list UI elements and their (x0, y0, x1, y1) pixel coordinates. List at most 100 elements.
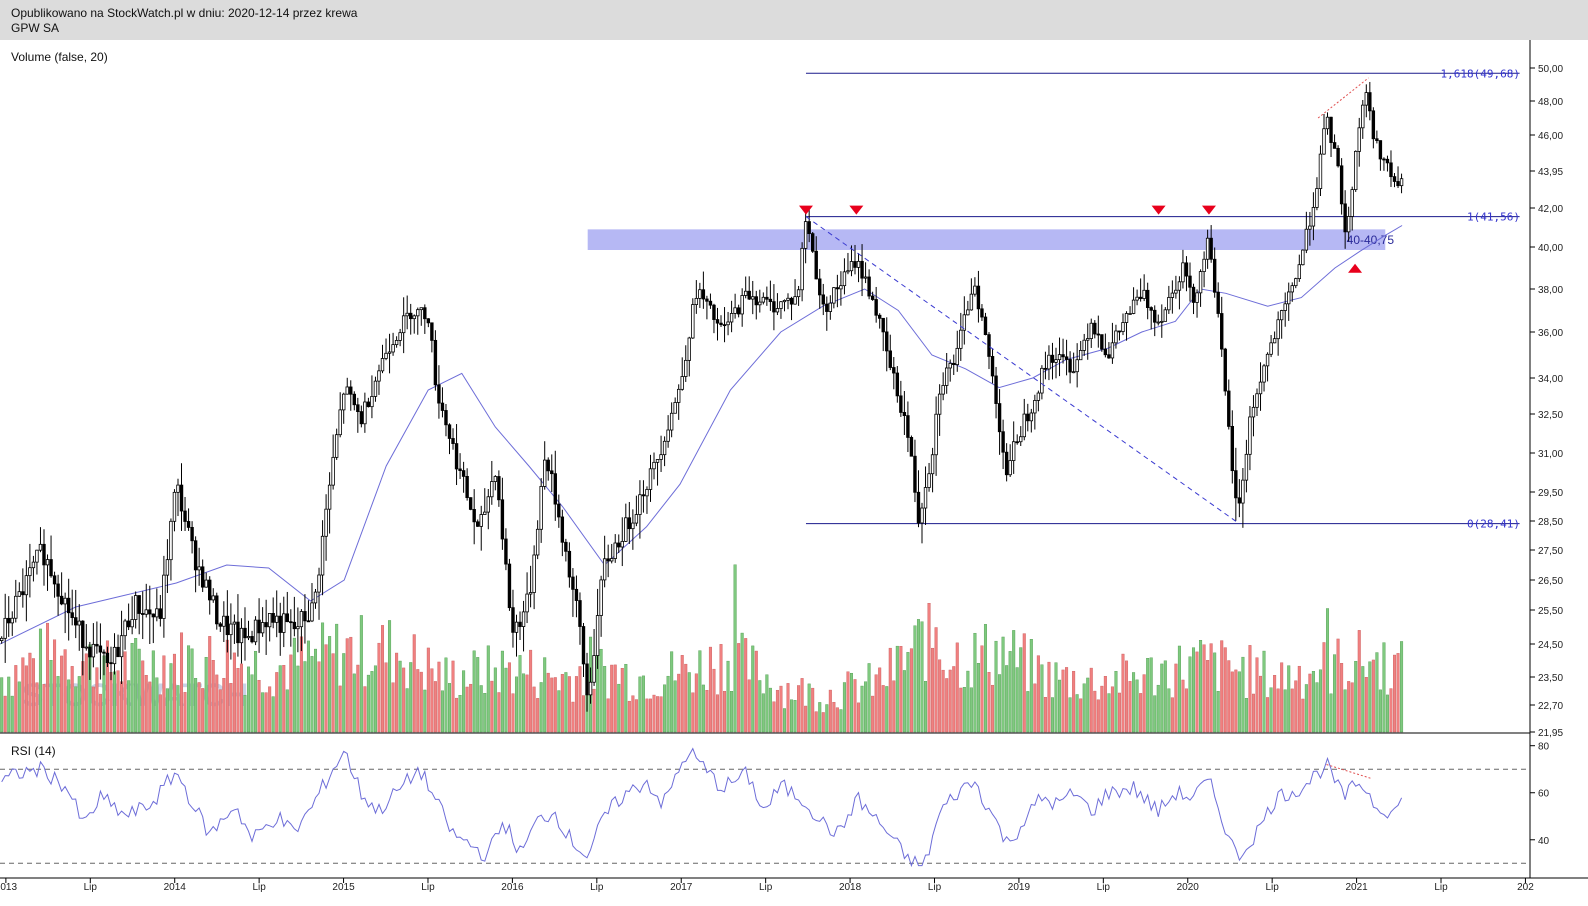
candle-body (786, 297, 790, 301)
candle-body (264, 622, 268, 628)
candle-body (1191, 286, 1196, 303)
candle-body (930, 454, 935, 475)
price-chart: STOCKWATCH 40-40,75 1,618(49,68) 1(41,56)… (0, 40, 1588, 893)
volume-bar (458, 695, 462, 733)
volume-bar (271, 696, 275, 733)
candle-body (677, 388, 681, 403)
volume-bar (1237, 671, 1241, 733)
candle-body (715, 319, 720, 324)
volume-bar (345, 638, 349, 733)
candle-body (296, 626, 300, 630)
price-tick-label: 34,00 (1538, 374, 1563, 385)
volume-bar (388, 620, 392, 733)
volume-bar (1269, 687, 1273, 733)
volume-bar (1287, 665, 1291, 733)
volume-bar (151, 650, 155, 733)
x-tick-label: 2018 (839, 882, 862, 893)
volume-bar (172, 653, 176, 733)
candle-body (419, 307, 423, 311)
candle-body (895, 372, 900, 397)
candle-body (352, 393, 356, 406)
volume-bar (723, 691, 727, 733)
candle-body (821, 294, 825, 305)
volume-bar (578, 666, 582, 733)
x-tick-label: 2016 (501, 882, 524, 893)
volume-bar (331, 653, 335, 733)
candle-body (990, 356, 995, 377)
candle-body (430, 322, 434, 341)
candle-body (59, 595, 64, 605)
candle-body (617, 542, 621, 548)
price-tick-label: 29,50 (1538, 488, 1563, 499)
volume-bar (1326, 608, 1330, 733)
volume-bar (1223, 647, 1227, 733)
volume-bar (321, 622, 325, 733)
candle-body (197, 566, 201, 571)
volume-bar (902, 670, 906, 733)
candle-body (772, 301, 776, 313)
volume-bar (673, 680, 677, 733)
volume-bar (782, 708, 786, 733)
volume-bar (878, 667, 882, 733)
candle-body (1011, 441, 1016, 461)
volume-bar (1174, 663, 1178, 733)
candle-body (1100, 334, 1104, 350)
price-tick-label: 27,50 (1538, 546, 1563, 557)
candle-body (493, 476, 498, 482)
candle-body (983, 316, 988, 336)
volume-bar (1036, 655, 1040, 733)
candle-body (574, 588, 579, 601)
candle-body (687, 337, 691, 361)
volume-bar (113, 671, 117, 733)
candle-body (169, 520, 173, 561)
volume-bar (1139, 693, 1143, 733)
volume-bar (1283, 689, 1287, 733)
x-tick-label: 202 (1517, 882, 1534, 893)
volume-bar (666, 675, 670, 733)
candle-body (518, 621, 522, 627)
volume-bar (871, 695, 875, 733)
volume-bar (1043, 697, 1047, 733)
candle-body (1022, 413, 1026, 438)
candle-body (313, 591, 318, 604)
volume-bar (1294, 680, 1298, 733)
price-tick-label: 38,00 (1538, 285, 1563, 296)
volume-bar (395, 652, 399, 733)
volume-bar (1400, 641, 1404, 733)
volume-bar (490, 680, 494, 733)
candle-body (21, 591, 25, 596)
volume-bar (874, 674, 878, 733)
resistance-zone: 40-40,75 (587, 229, 1394, 250)
volume-bar (289, 654, 293, 733)
candle-body (976, 285, 981, 310)
candle-body (814, 250, 818, 280)
candle-body (1230, 425, 1235, 472)
candle-body (736, 307, 741, 315)
candle-body (980, 308, 984, 318)
candle-body (1177, 281, 1182, 291)
volume-bar (983, 624, 987, 733)
volume-bar (1121, 653, 1125, 733)
volume-bar (1149, 657, 1153, 733)
candle-body (102, 651, 106, 654)
volume-bar (24, 665, 28, 733)
candle-body (17, 591, 22, 597)
candle-body (1124, 313, 1129, 323)
candle-body (1318, 153, 1323, 189)
volume-bar (828, 689, 832, 733)
candle-body (592, 655, 596, 683)
volume-bar (543, 657, 547, 733)
price-tick-label: 31,00 (1538, 449, 1563, 460)
candle-body (941, 385, 945, 395)
candle-body (409, 312, 413, 320)
x-tick-label: Lip (84, 882, 98, 893)
volume-bar (416, 669, 420, 733)
candle-body (1184, 262, 1189, 277)
candle-body (1368, 92, 1372, 112)
volume-bar (793, 700, 797, 733)
candle-body (535, 528, 540, 556)
volume-bar (342, 653, 346, 733)
volume-bar (486, 645, 490, 733)
volume-bar (656, 696, 660, 733)
volume-bar (155, 677, 159, 733)
